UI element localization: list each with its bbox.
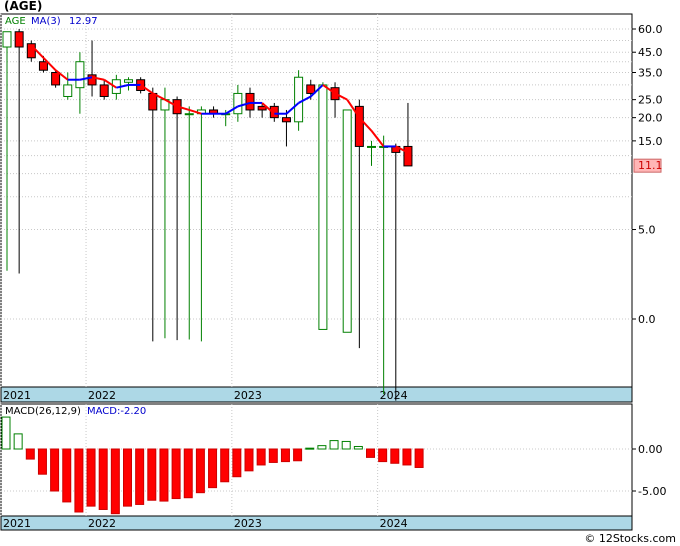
candle-body [281, 117, 291, 123]
candle-body [318, 84, 328, 330]
macd-x-label: 2022 [88, 517, 116, 530]
candle-body [14, 31, 24, 48]
candle-body [184, 113, 194, 116]
macd-bar [293, 448, 303, 462]
macd-bar [25, 448, 35, 460]
macd-bar [135, 448, 145, 505]
macd-bar [147, 448, 157, 501]
macd-bar [378, 448, 388, 463]
macd-bar [268, 448, 278, 463]
stock-chart: 60.0 45.0 35.0 25.0 20.0 15.0 5.0 0.0 2021 2022 20… [0, 13, 666, 531]
macd-bar [123, 448, 132, 507]
macd-bar [329, 440, 339, 450]
macd-bar [208, 448, 218, 489]
legend-ma-value: 12.97 [69, 16, 98, 27]
macd-bar [414, 448, 424, 468]
price-x-label: 2021 [3, 389, 31, 402]
macd-bar [159, 448, 169, 502]
macd-bar [317, 445, 327, 450]
candle-body [87, 74, 97, 86]
price-tick-label: 35.0 [638, 66, 663, 79]
candle-body [403, 145, 413, 167]
macd-bar [50, 448, 60, 492]
candle-body [245, 92, 255, 111]
legend-symbol: AGE [5, 16, 26, 27]
macd-bar [256, 448, 266, 466]
macd-bar [62, 448, 72, 503]
macd-bar [280, 448, 290, 463]
last-price-label: 11.1 [638, 159, 663, 172]
candle-body [367, 145, 376, 148]
macd-bar [341, 440, 351, 450]
macd-legend-label: MACD(26,12,9) [5, 406, 81, 417]
macd-bar [1, 416, 11, 450]
macd-bar [195, 448, 205, 494]
price-tick-label: 25.0 [638, 94, 663, 107]
macd-bar [305, 447, 315, 450]
macd-bar [244, 448, 254, 472]
macd-bar [74, 448, 84, 513]
macd-bar [220, 448, 230, 483]
watermark: © 12Stocks.com [584, 532, 676, 545]
candle-body [342, 109, 352, 333]
macd-bar [171, 448, 181, 500]
candle-body [2, 31, 12, 48]
price-x-label: 2023 [234, 389, 262, 402]
macd-bar [183, 448, 193, 499]
candle-body [294, 76, 304, 123]
macd-panel-frame [0, 403, 633, 517]
candle-body [124, 79, 133, 83]
price-tick-label: 15.0 [638, 135, 663, 148]
macd-x-label: 2023 [234, 517, 262, 530]
ma-line-segment [370, 130, 385, 148]
macd-tick-label: 0.00 [638, 443, 663, 456]
candle-body [306, 84, 316, 94]
chart-title: (AGE) [4, 0, 43, 13]
candle-body [233, 92, 243, 115]
macd-bar [37, 448, 47, 475]
candle-body [99, 84, 109, 97]
candle-body [63, 84, 73, 97]
macd-bar [366, 448, 375, 458]
candle-body [38, 61, 48, 71]
macd-bar [98, 448, 108, 510]
legend-ma-label: MA(3) [31, 16, 61, 27]
candle-body [51, 71, 61, 86]
candle-body [257, 105, 267, 111]
price-tick-label: 45.0 [638, 46, 663, 59]
macd-bar [86, 448, 96, 507]
price-panel-frame [0, 13, 633, 388]
price-tick-label: 5.0 [638, 224, 656, 237]
price-tick-label: 20.0 [638, 112, 663, 125]
macd-bar [110, 448, 120, 515]
macd-x-label: 2024 [380, 517, 408, 530]
price-tick-label: 60.0 [638, 23, 663, 36]
candle-body [75, 61, 85, 89]
macd-bar [232, 448, 242, 478]
macd-bar [13, 433, 23, 450]
macd-x-label: 2021 [3, 517, 31, 530]
macd-legend-value: MACD:-2.20 [87, 406, 146, 417]
macd-bar [402, 448, 412, 466]
price-tick-label: 0.0 [638, 313, 656, 326]
macd-bar [353, 445, 363, 450]
price-x-label: 2022 [88, 389, 116, 402]
macd-bar [390, 448, 400, 464]
macd-tick-label: -5.00 [638, 485, 666, 498]
